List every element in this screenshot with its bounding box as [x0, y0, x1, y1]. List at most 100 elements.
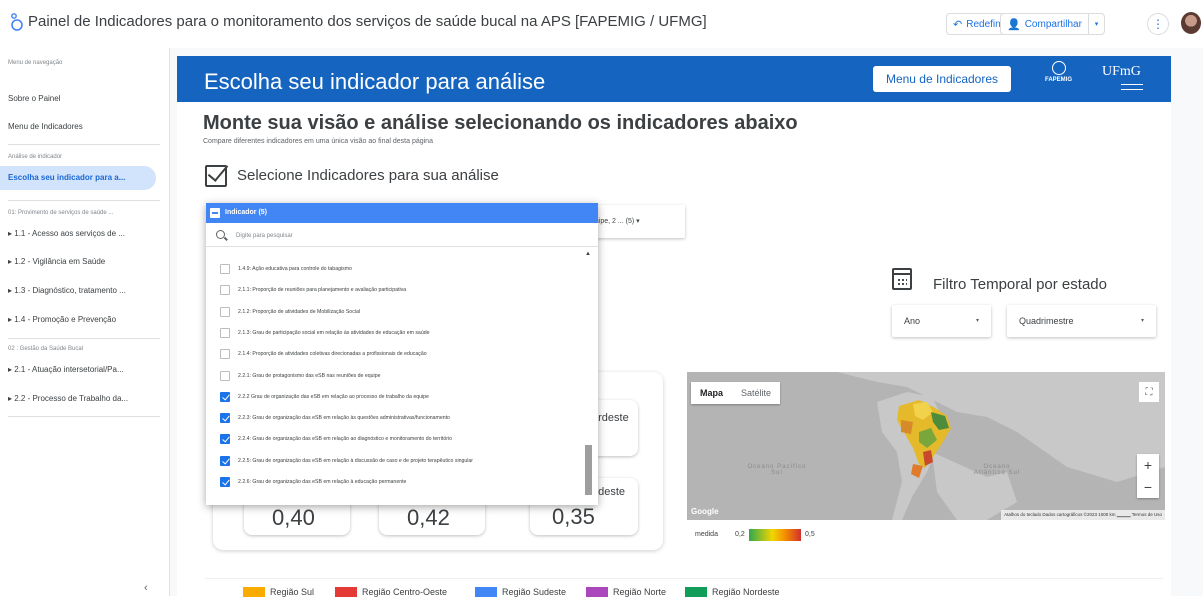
checkbox-icon: [205, 165, 227, 187]
add-person-icon: 👤: [1007, 18, 1021, 31]
sidebar-item-1-4[interactable]: ▸ 1.4 - Promoção e Prevenção: [8, 315, 116, 324]
menu-indicadores-button[interactable]: Menu de Indicadores: [873, 66, 1011, 92]
chevron-down-icon: ▾: [1140, 318, 1144, 324]
year-select[interactable]: Ano ▾: [892, 305, 991, 337]
select-indicators-title: Selecione Indicadores para sua análise: [237, 167, 499, 184]
item-checkbox[interactable]: [220, 306, 230, 317]
item-checkbox[interactable]: [220, 349, 230, 360]
dropdown-header-label: Indicador (5): [225, 209, 268, 216]
list-item[interactable]: 2.1.2: Proporção de atividades de Mobili…: [220, 306, 360, 318]
sidebar-item-1-3[interactable]: ▸ 1.3 - Diagnóstico, tratamento ...: [8, 286, 126, 295]
item-checkbox[interactable]: [220, 370, 230, 381]
item-checkbox[interactable]: [220, 391, 230, 402]
dropdown-list: 1.4.9: Ação educativa para controle do t…: [206, 249, 581, 501]
avatar[interactable]: [1181, 12, 1201, 34]
sidebar: Menu de navegação Sobre o Painel Menu de…: [0, 48, 170, 596]
sidebar-item-menu[interactable]: Menu de Indicadores: [8, 122, 83, 131]
list-item-label: 2.2.6: Grau de organização das eSB em re…: [238, 479, 407, 485]
ocean-label: Oceano Pacífico Sul: [747, 464, 807, 476]
item-checkbox[interactable]: [220, 285, 230, 296]
region-legend: Região Sul Região Centro-Oeste Região Su…: [205, 578, 1163, 597]
legend-max: 0,5: [805, 531, 815, 538]
brazil-map[interactable]: Mapa Satélite ⛶ + − Oceano Pacífico Sul …: [687, 372, 1165, 520]
zoom-controls: + −: [1137, 454, 1159, 498]
sidebar-item-2-2[interactable]: ▸ 2.2 - Processo de Trabalho da...: [8, 394, 128, 403]
fapemig-logo: FAPEMIG: [1045, 61, 1072, 83]
sidebar-nav-header: Menu de navegação: [8, 60, 63, 66]
list-item-label: 2.2.5: Grau de organização das eSB em re…: [238, 457, 474, 464]
map-color-legend: medida 0,2 0,5: [687, 520, 1165, 550]
search-input[interactable]: Digite para pesquisar: [236, 233, 293, 239]
list-item[interactable]: 1.4.9: Ação educativa para controle do t…: [220, 263, 352, 275]
calendar-icon: [892, 268, 912, 290]
collapse-sidebar-icon[interactable]: ‹: [144, 582, 148, 594]
sidebar-divider: [8, 416, 160, 417]
item-checkbox[interactable]: [220, 477, 230, 487]
sidebar-section-02: 02 : Gestão da Saúde Bucal: [8, 346, 84, 352]
ocean-label: Oceano Atlântico Sul: [973, 464, 1021, 476]
list-item[interactable]: 2.1.4: Proporção de atividades coletivas…: [220, 348, 427, 360]
item-checkbox[interactable]: [220, 264, 230, 274]
share-button[interactable]: 👤 Compartilhar ▾: [1000, 13, 1105, 35]
dropdown-search[interactable]: Digite para pesquisar: [206, 225, 598, 247]
list-item-label: 2.2.3: Grau de organização das eSB em re…: [238, 415, 450, 422]
legend-label: medida: [695, 531, 718, 538]
scorecard-value: 0,40: [272, 505, 315, 530]
quadrimestre-select-label: Quadrimestre: [1019, 316, 1074, 326]
tab-satellite[interactable]: Satélite: [732, 382, 780, 404]
dropdown-header[interactable]: Indicador (5): [206, 203, 598, 223]
zoom-out-icon[interactable]: −: [1137, 476, 1159, 498]
quadrimestre-select[interactable]: Quadrimestre ▾: [1007, 305, 1156, 337]
sidebar-divider: [8, 338, 160, 339]
search-icon: [216, 230, 225, 239]
banner-title: Escolha seu indicador para análise: [204, 69, 546, 94]
item-checkbox[interactable]: [220, 434, 230, 445]
item-checkbox[interactable]: [220, 327, 230, 338]
list-item[interactable]: 2.2.2 Grau de organização das eSB em rel…: [220, 391, 429, 403]
indicator-filter-control[interactable]: quipe, 2 ... (5) ▾: [585, 205, 685, 238]
tab-map[interactable]: Mapa: [691, 382, 732, 404]
legend-gradient: [749, 529, 801, 541]
zoom-in-icon[interactable]: +: [1137, 454, 1159, 476]
sidebar-item-1-1[interactable]: ▸ 1.1 - Acesso aos serviços de ...: [8, 229, 125, 238]
legend-min: 0,2: [735, 531, 745, 538]
list-item[interactable]: 2.1.3: Grau de participação social em re…: [220, 327, 429, 339]
list-item[interactable]: 2.2.4: Grau de organização das eSB em re…: [220, 433, 452, 445]
fapemig-logo-icon: [1051, 61, 1066, 75]
scorecard-value: 0,35: [552, 504, 595, 529]
scorecard-value: 0,42: [407, 505, 450, 530]
list-item[interactable]: 2.2.3: Grau de organização das eSB em re…: [220, 412, 450, 424]
list-item-label: 2.2.4: Grau de organização das eSB em re…: [238, 436, 452, 443]
select-all-checkbox[interactable]: [210, 208, 220, 218]
sidebar-item-escolha[interactable]: Escolha seu indicador para a...: [0, 166, 156, 190]
item-checkbox[interactable]: [220, 455, 230, 466]
list-item-label: 1.4.9: Ação educativa para controle do t…: [238, 266, 352, 272]
sidebar-divider: [8, 200, 160, 201]
sidebar-item-2-1[interactable]: ▸ 2.1 - Atuação intersetorial/Pa...: [8, 365, 124, 374]
list-item[interactable]: 2.2.6: Grau de organização das eSB em re…: [220, 476, 406, 488]
header-banner: Escolha seu indicador para análise Menu …: [177, 56, 1171, 102]
fullscreen-icon[interactable]: ⛶: [1139, 382, 1159, 402]
list-item-label: 2.1.4: Proporção de atividades coletivas…: [238, 351, 427, 358]
fapemig-label: FAPEMIG: [1045, 77, 1073, 83]
temporal-filter-title: Filtro Temporal por estado: [933, 276, 1107, 293]
list-item[interactable]: 2.2.1: Grau de protagonismo das eSB nas …: [220, 370, 380, 382]
more-options-button[interactable]: ⋮: [1147, 13, 1169, 35]
ufmg-logo-lines: [1121, 84, 1143, 90]
ufmg-logo: UFmG: [1102, 64, 1141, 79]
map-type-tabs: Mapa Satélite: [691, 382, 781, 404]
dropdown-scrollbar[interactable]: ▲: [584, 249, 594, 501]
list-item-label: 2.2.2 Grau de organização das eSB em rel…: [238, 393, 429, 400]
sidebar-item-about[interactable]: Sobre o Painel: [8, 94, 60, 103]
share-dropdown-icon[interactable]: ▾: [1087, 14, 1104, 34]
google-logo: Google: [691, 507, 719, 516]
list-item-label: 2.1.2: Proporção de atividades de Mobili…: [238, 308, 360, 315]
map-attribution[interactable]: Atalhos do teclado Dados cartográficos ©…: [1001, 510, 1165, 520]
scrollbar-thumb[interactable]: [585, 445, 592, 495]
list-item-label: 2.1.3: Grau de participação social em re…: [238, 329, 430, 336]
scroll-up-icon[interactable]: ▲: [585, 251, 591, 257]
item-checkbox[interactable]: [220, 413, 230, 424]
sidebar-item-1-2[interactable]: ▸ 1.2 - Vigilância em Saúde: [8, 257, 105, 266]
list-item[interactable]: 2.1.1: Proporção de reuniões para planej…: [220, 284, 406, 296]
list-item[interactable]: 2.2.5: Grau de organização das eSB em re…: [220, 455, 473, 467]
